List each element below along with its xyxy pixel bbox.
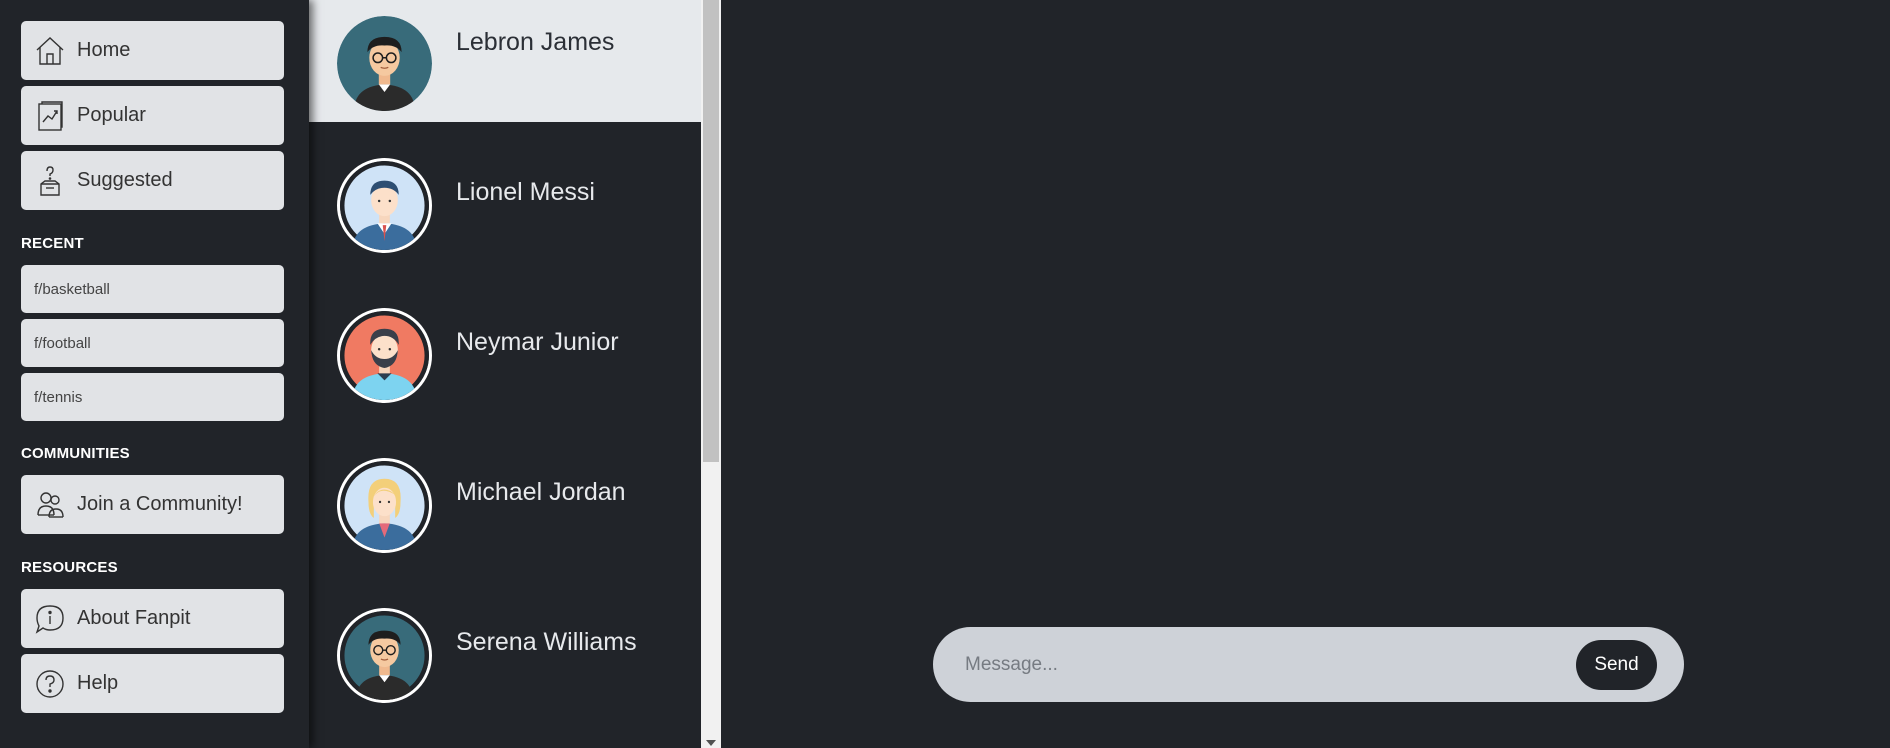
home-icon bbox=[33, 34, 67, 68]
trending-chart-icon bbox=[33, 99, 67, 133]
recent-item-basketball[interactable]: f/basketball bbox=[21, 265, 284, 313]
woman-blonde-blue-avatar bbox=[337, 458, 432, 553]
send-button[interactable]: Send bbox=[1576, 640, 1657, 690]
man-glasses-teal-avatar bbox=[337, 16, 432, 111]
contact-list-scrollbar[interactable] bbox=[701, 0, 721, 748]
contact-item-neymar-junior[interactable]: Neymar Junior bbox=[309, 272, 701, 422]
suggested-label: Suggested bbox=[77, 169, 173, 191]
recent-heading: RECENT bbox=[21, 235, 84, 252]
help-button[interactable]: Help bbox=[21, 654, 284, 713]
scroll-down-arrow-icon[interactable] bbox=[706, 740, 716, 746]
contact-list: Lebron James Lionel Messi Neymar Junior … bbox=[309, 0, 701, 748]
message-bar: Send bbox=[933, 627, 1684, 702]
resources-heading: RESOURCES bbox=[21, 559, 118, 576]
contact-item-serena-williams[interactable]: Serena Williams bbox=[309, 572, 701, 722]
man-suit-blue-avatar bbox=[337, 158, 432, 253]
man-glasses-teal-avatar bbox=[337, 608, 432, 703]
people-icon bbox=[33, 488, 67, 522]
help-circle-icon bbox=[33, 667, 67, 701]
contact-item-lebron-james[interactable]: Lebron James bbox=[309, 0, 701, 122]
contact-item-michael-jordan[interactable]: Michael Jordan bbox=[309, 422, 701, 572]
message-input[interactable] bbox=[963, 641, 1527, 689]
contact-name: Michael Jordan bbox=[456, 478, 626, 506]
chat-panel: Send bbox=[721, 0, 1890, 748]
about-fanpit-button[interactable]: About Fanpit bbox=[21, 589, 284, 648]
help-label: Help bbox=[77, 672, 119, 694]
recent-item-football[interactable]: f/football bbox=[21, 319, 284, 367]
home-label: Home bbox=[77, 39, 131, 61]
communities-heading: COMMUNITIES bbox=[21, 445, 130, 462]
info-chat-icon bbox=[33, 602, 67, 636]
question-box-icon bbox=[33, 164, 67, 198]
man-beard-coral-avatar bbox=[337, 308, 432, 403]
about-fanpit-label: About Fanpit bbox=[77, 607, 191, 629]
recent-item-tennis[interactable]: f/tennis bbox=[21, 373, 284, 421]
join-community-label: Join a Community! bbox=[77, 493, 243, 515]
contact-name: Neymar Junior bbox=[456, 328, 619, 356]
contact-name: Serena Williams bbox=[456, 628, 637, 656]
popular-button[interactable]: Popular bbox=[21, 86, 284, 145]
popular-label: Popular bbox=[77, 104, 146, 126]
scrollbar-thumb[interactable] bbox=[703, 0, 719, 462]
contact-name: Lebron James bbox=[456, 28, 615, 56]
contact-item-lionel-messi[interactable]: Lionel Messi bbox=[309, 122, 701, 272]
sidebar: Home Popular Suggested RECENT f/basketba… bbox=[0, 0, 309, 748]
contact-name: Lionel Messi bbox=[456, 178, 595, 206]
suggested-button[interactable]: Suggested bbox=[21, 151, 284, 210]
home-button[interactable]: Home bbox=[21, 21, 284, 80]
join-community-button[interactable]: Join a Community! bbox=[21, 475, 284, 534]
